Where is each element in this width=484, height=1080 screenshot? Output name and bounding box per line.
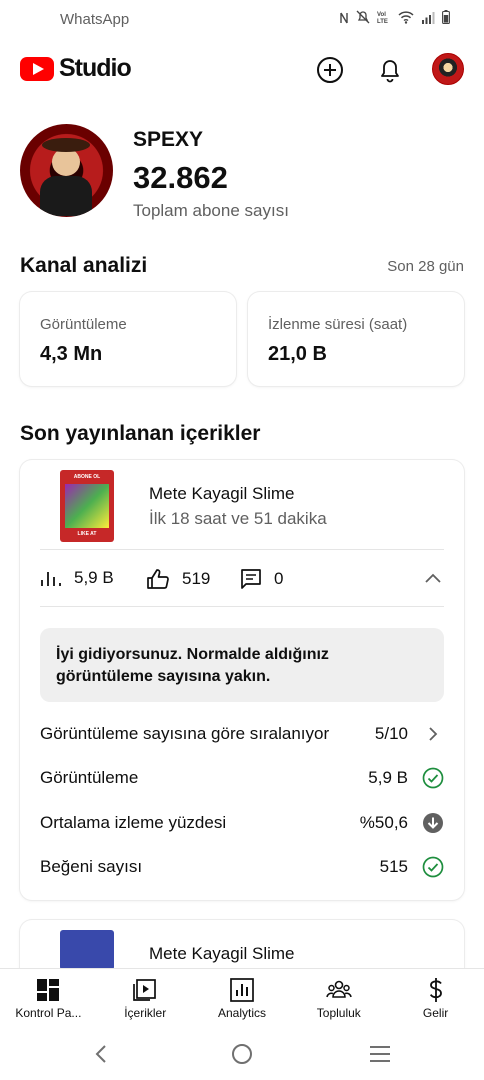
subscriber-label: Toplam abone sayısı <box>133 201 289 220</box>
stat-card-views[interactable]: Görüntüleme 4,3 Mn <box>20 292 236 386</box>
nav-label: Topluluk <box>316 1006 361 1020</box>
youtube-logo-icon <box>20 56 54 81</box>
channel-header: SPEXY 32.862 Toplam abone sayısı <box>20 124 464 224</box>
views-value: 5,9 B <box>74 568 114 587</box>
notifications-button[interactable] <box>374 54 406 86</box>
subscriber-count: 32.862 <box>133 160 228 195</box>
latest-content-title: Son yayınlanan içerikler <box>20 422 261 445</box>
analytics-period: Son 28 gün <box>387 258 464 275</box>
thumbnail-text: ABONE OL <box>73 474 101 480</box>
performance-tip: İyi gidiyorsunuz. Normalde aldığınız gör… <box>40 628 444 702</box>
stat-label: İzlenme süresi (saat) <box>268 316 408 333</box>
status-bar: WhatsApp VoI LTE <box>0 0 484 40</box>
home-icon[interactable] <box>230 1042 254 1066</box>
nav-label: Kontrol Pa... <box>15 1006 82 1020</box>
nav-content[interactable]: İçerikler <box>97 969 194 1026</box>
bell-icon <box>381 60 399 83</box>
video-thumbnail[interactable]: ABONE OL LIKE AT <box>60 470 114 542</box>
signal-icon <box>421 11 435 29</box>
dashboard-icon <box>37 979 60 1001</box>
studio-logo[interactable]: Studio <box>20 54 132 83</box>
video-title[interactable]: Mete Kayagil Slime <box>149 484 295 504</box>
chevron-up-icon <box>425 573 441 583</box>
create-icon <box>317 57 343 83</box>
account-avatar[interactable] <box>432 53 464 85</box>
row-label: Beğeni sayısı <box>40 857 143 876</box>
svg-text:VoI: VoI <box>377 12 386 18</box>
bottom-nav: Kontrol Pa... İçerikler Analytics Toplul… <box>0 968 484 1026</box>
row-value: 5/10 <box>374 724 408 743</box>
nav-label: İçerikler <box>124 1006 167 1020</box>
bar-chart-icon <box>41 572 61 586</box>
stat-label: Görüntüleme <box>40 316 127 333</box>
metric-row: Ortalama izleme yüzdesi %50,6 <box>40 809 444 839</box>
logo-text: Studio <box>59 54 132 82</box>
metric-row: Görüntüleme 5,9 B <box>40 764 444 794</box>
nav-earn[interactable]: Gelir <box>387 969 484 1026</box>
ranking-row[interactable]: Görüntüleme sayısına göre sıralanıyor 5/… <box>40 720 444 750</box>
row-value: %50,6 <box>359 813 408 832</box>
thumbs-up-icon <box>147 569 169 589</box>
likes-metric: 519 <box>146 568 210 590</box>
row-label: Görüntüleme <box>40 768 139 787</box>
svg-text:LTE: LTE <box>377 19 388 24</box>
views-metric: 5,9 B <box>40 568 114 588</box>
dollar-icon <box>429 978 442 1002</box>
thumbnail-text: LIKE AT <box>77 531 97 537</box>
status-app-name: WhatsApp <box>60 11 130 28</box>
recents-icon[interactable] <box>368 1042 392 1066</box>
nav-label: Analytics <box>217 1006 266 1020</box>
row-label: Görüntüleme sayısına göre sıralanıyor <box>40 724 330 743</box>
comment-icon <box>241 569 261 589</box>
row-value: 5,9 B <box>368 768 408 787</box>
create-button[interactable] <box>314 54 346 86</box>
mute-icon <box>356 10 370 29</box>
community-icon <box>326 980 352 998</box>
check-circle-icon <box>422 767 444 789</box>
app-header: Studio <box>0 40 484 100</box>
nav-dashboard[interactable]: Kontrol Pa... <box>0 969 97 1026</box>
nav-label: Gelir <box>422 1006 449 1020</box>
volte-icon: VoI LTE <box>377 10 391 29</box>
channel-avatar <box>20 124 113 217</box>
stat-value: 4,3 Mn <box>40 343 103 365</box>
nav-analytics[interactable]: Analytics <box>194 969 291 1026</box>
divider <box>40 549 444 550</box>
content-icon <box>133 979 157 1001</box>
row-value: 515 <box>379 857 408 876</box>
video-period: İlk 18 saat ve 51 dakika <box>149 509 327 528</box>
channel-name: SPEXY <box>133 128 204 151</box>
system-nav-bar <box>0 1026 484 1080</box>
stat-card-watch-time[interactable]: İzlenme süresi (saat) 21,0 B <box>248 292 464 386</box>
check-circle-icon <box>422 856 444 878</box>
nav-community[interactable]: Topluluk <box>290 969 387 1026</box>
divider <box>40 606 444 607</box>
collapse-button[interactable] <box>422 568 444 590</box>
analytics-title: Kanal analizi <box>20 254 148 277</box>
nfc-icon <box>339 11 349 29</box>
comments-metric: 0 <box>240 568 283 590</box>
chevron-right-icon <box>429 727 438 741</box>
wifi-icon <box>398 10 414 29</box>
video-thumbnail[interactable] <box>60 930 114 970</box>
analytics-icon <box>230 978 254 1002</box>
stat-value: 21,0 B <box>268 343 327 365</box>
battery-icon <box>442 10 450 29</box>
likes-value: 519 <box>182 569 211 588</box>
row-label: Ortalama izleme yüzdesi <box>40 813 227 832</box>
metric-row: Beğeni sayısı 515 <box>40 853 444 883</box>
video-title[interactable]: Mete Kayagil Slime <box>149 944 295 964</box>
content-card: ABONE OL LIKE AT Mete Kayagil Slime İlk … <box>20 460 464 900</box>
arrow-down-circle-icon <box>423 813 443 833</box>
status-icons: VoI LTE <box>339 10 450 29</box>
back-icon[interactable] <box>90 1042 114 1066</box>
comments-value: 0 <box>274 569 284 588</box>
